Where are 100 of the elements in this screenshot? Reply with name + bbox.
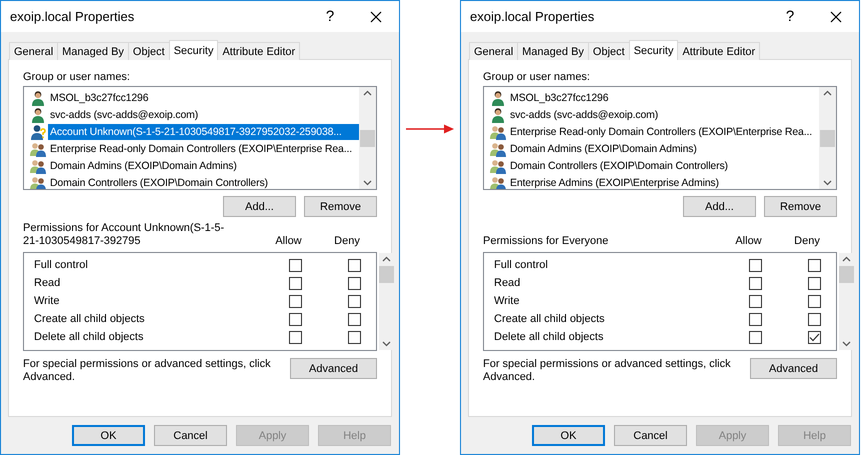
scroll-up-icon[interactable]	[363, 90, 372, 96]
dialog-button[interactable]: OK	[72, 425, 145, 446]
principal-item[interactable]: Enterprise Read-only Domain Controllers (EXOIP\Enterprise Rea...	[48, 140, 354, 156]
add-button[interactable]: Add...	[683, 196, 756, 217]
principal-item[interactable]: MSOL_b3c27fcc1296	[48, 90, 150, 106]
unknown-user-icon	[30, 124, 46, 140]
dialog-button[interactable]: Cancel	[154, 425, 227, 446]
scroll-down-icon[interactable]	[382, 341, 391, 347]
scroll-up-icon[interactable]	[823, 90, 832, 96]
group-icon	[490, 158, 506, 174]
scrollbar-thumb[interactable]	[379, 266, 394, 283]
user-icon	[490, 106, 506, 122]
tab[interactable]: Managed By	[57, 42, 129, 60]
principal-item[interactable]: svc-adds (svc-adds@exoip.com)	[48, 106, 200, 122]
principal-item[interactable]: Enterprise Admins (EXOIP\Enterprise Admins)	[508, 174, 721, 189]
principal-item[interactable]: Domain Controllers (EXOIP\Domain Controllers)	[48, 174, 270, 189]
permission-name: Create all child objects	[33, 313, 146, 325]
scrollbar-thumb[interactable]	[839, 266, 854, 283]
principal-item[interactable]: Domain Controllers (EXOIP\Domain Controllers)	[508, 158, 730, 174]
permission-name: Write	[493, 295, 520, 307]
tab[interactable]: Object	[588, 42, 630, 60]
group-label: Group or user names:	[483, 70, 591, 85]
add-button[interactable]: Add...	[223, 196, 296, 217]
user-icon	[30, 90, 46, 106]
principal-item[interactable]: Domain Admins (EXOIP\Domain Admins)	[48, 158, 239, 174]
permissions-label: Permissions for Account Unknown(S-1-5-21-1030549817-392795	[23, 222, 226, 248]
checkbox[interactable]	[749, 294, 762, 308]
checkbox[interactable]	[348, 294, 360, 308]
tab[interactable]: Attribute Editor	[677, 42, 760, 60]
group-icon	[490, 124, 506, 140]
checkbox[interactable]	[289, 330, 302, 344]
checkbox[interactable]	[808, 312, 820, 326]
window-title: exoip.local Properties	[10, 9, 136, 24]
checkbox[interactable]	[749, 258, 762, 272]
principal-item[interactable]: svc-adds (svc-adds@exoip.com)	[508, 106, 660, 122]
group-icon	[490, 174, 506, 189]
scroll-down-icon[interactable]	[823, 180, 832, 186]
checkbox[interactable]	[808, 276, 820, 290]
column-header: Allow	[274, 234, 303, 248]
tab[interactable]: Object	[128, 42, 170, 60]
column-header: Allow	[734, 234, 763, 248]
checkbox[interactable]	[808, 294, 820, 308]
principal-item[interactable]: Domain Admins (EXOIP\Domain Admins)	[508, 140, 699, 156]
principal-list[interactable]	[23, 86, 377, 190]
principal-item[interactable]: Enterprise Read-only Domain Controllers (EXOIP\Enterprise Rea...	[508, 124, 814, 140]
checkbox[interactable]	[348, 312, 360, 326]
help-button[interactable]: ?	[767, 1, 813, 32]
principal-item[interactable]: Account Unknown(S-1-5-21-1030549817-3927952032-259038...	[48, 124, 359, 140]
checkbox[interactable]	[348, 330, 360, 344]
scrollbar-thumb[interactable]	[820, 130, 835, 146]
scroll-down-icon[interactable]	[363, 180, 372, 186]
permissions-label: Permissions for Everyone	[483, 235, 610, 248]
scrollbar[interactable]	[379, 253, 394, 350]
checkbox[interactable]	[289, 276, 302, 290]
checkbox[interactable]	[289, 312, 302, 326]
checkbox[interactable]	[289, 258, 302, 272]
group-icon	[30, 140, 46, 156]
tab[interactable]: General	[9, 42, 58, 60]
checkbox[interactable]	[348, 258, 360, 272]
window-title: exoip.local Properties	[470, 9, 596, 24]
scroll-up-icon[interactable]	[842, 256, 851, 262]
scroll-up-icon[interactable]	[382, 256, 391, 262]
user-icon	[30, 106, 46, 122]
arrow	[406, 124, 454, 134]
tab[interactable]: Security	[168, 40, 218, 60]
tab[interactable]: General	[469, 42, 518, 60]
scrollbar[interactable]	[819, 87, 836, 189]
checkbox[interactable]	[749, 276, 762, 290]
tab[interactable]: Managed By	[517, 42, 589, 60]
checkbox[interactable]	[289, 294, 302, 308]
principal-list[interactable]	[483, 86, 837, 190]
dialog-button[interactable]: Cancel	[614, 425, 687, 446]
remove-button[interactable]: Remove	[764, 196, 837, 217]
dialog-button[interactable]: OK	[532, 425, 605, 446]
permission-name: Delete all child objects	[493, 331, 604, 343]
group-icon	[490, 140, 506, 156]
note-text: For special permissions or advanced settings, click Advanced.	[483, 358, 732, 384]
checkbox[interactable]	[348, 276, 360, 290]
principal-item[interactable]: MSOL_b3c27fcc1296	[508, 90, 610, 106]
note-text: For special permissions or advanced settings, click Advanced.	[23, 358, 272, 384]
tab[interactable]: Security	[628, 40, 678, 60]
permission-name: Full control	[33, 259, 89, 271]
scrollbar-thumb[interactable]	[360, 130, 375, 146]
group-label: Group or user names:	[23, 70, 131, 85]
scrollbar[interactable]	[839, 253, 854, 350]
permission-name: Read	[33, 277, 62, 289]
checkbox[interactable]	[808, 258, 820, 272]
permission-name: Write	[33, 295, 60, 307]
advanced-button[interactable]: Advanced	[290, 358, 377, 379]
scroll-down-icon[interactable]	[842, 341, 851, 347]
remove-button[interactable]: Remove	[304, 196, 377, 217]
help-button[interactable]: ?	[307, 1, 353, 32]
checkbox[interactable]	[749, 312, 762, 326]
permission-name: Create all child objects	[493, 313, 606, 325]
group-icon	[30, 174, 46, 189]
scrollbar[interactable]	[359, 87, 376, 189]
checkbox[interactable]	[808, 330, 820, 344]
checkbox[interactable]	[749, 330, 762, 344]
tab[interactable]: Attribute Editor	[217, 42, 300, 60]
advanced-button[interactable]: Advanced	[750, 358, 837, 379]
